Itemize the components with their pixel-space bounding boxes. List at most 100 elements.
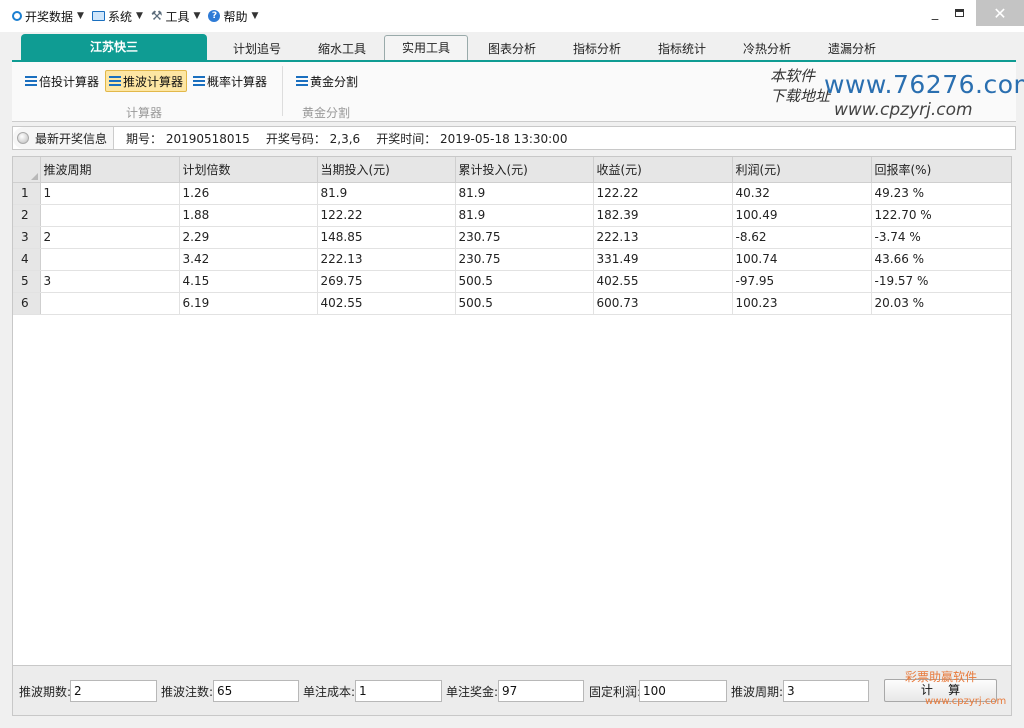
fixed-profit-input[interactable] (639, 680, 727, 702)
tab-shrink-tools[interactable]: 缩水工具 (300, 38, 384, 60)
table-row[interactable]: 4 3.42 222.13 230.75 331.49 100.74 43.66… (13, 248, 1011, 271)
table-cell: -19.57 % (871, 270, 1011, 293)
tab-lottery-jiangsu-k3[interactable]: 江苏快三 (21, 34, 207, 60)
latest-draw-info-bar: 最新开奖信息 期号： 20190518015 开奖号码： 2,3,6 开奖时间：… (12, 126, 1016, 150)
table-row[interactable]: 5 3 4.15 269.75 500.5 402.55 -97.95 -19.… (13, 270, 1011, 293)
table-cell: 500.5 (455, 270, 594, 293)
table-cell: 269.75 (317, 270, 456, 293)
table-corner-cell[interactable] (13, 157, 41, 183)
tab-chart-analysis[interactable]: 图表分析 (470, 38, 554, 60)
table-cell: 100.23 (732, 292, 872, 315)
watermark-url-bottom: www.cpzyrj.com (834, 100, 973, 120)
table-cell: 230.75 (455, 226, 594, 249)
tab-missing-analysis[interactable]: 遗漏分析 (810, 38, 894, 60)
tab-bar: 江苏快三 计划追号 缩水工具 实用工具 图表分析 指标分析 指标统计 冷热分析 … (12, 34, 1016, 60)
column-header[interactable]: 利润(元) (732, 157, 872, 183)
calculator-group-label: 计算器 (126, 106, 163, 120)
menu-bar: 开奖数据 ▼ 系统 ▼ ⚒ 工具 ▼ ? 帮助 ▼ (0, 0, 1024, 32)
column-header[interactable]: 当期投入(元) (317, 157, 456, 183)
menu-help[interactable]: ? 帮助 ▼ (208, 8, 258, 25)
table-cell: 1.26 (179, 182, 318, 205)
maximize-icon (954, 9, 964, 17)
table-cell: 81.9 (317, 182, 456, 205)
wave-count-label: 推波期数: (19, 685, 72, 699)
monitor-icon (91, 11, 105, 21)
table-cell: 600.73 (593, 292, 733, 315)
column-header[interactable]: 收益(元) (593, 157, 733, 183)
table-cell (40, 248, 180, 271)
issue-number: 期号： 20190518015 (126, 131, 250, 146)
watermark-url-top: www.76276.com (824, 70, 1024, 99)
column-header[interactable]: 回报率(%) (871, 157, 1011, 183)
table-cell: 2 (40, 226, 180, 249)
watermark-top-text: 彩票助赢软件 (905, 670, 978, 684)
close-button[interactable]: ✕ (976, 0, 1024, 26)
table-cell: 222.13 (317, 248, 456, 271)
list-icon (109, 76, 121, 86)
table-cell: 402.55 (593, 270, 733, 293)
wave-calculator-label: 推波计算器 (123, 74, 184, 89)
table-row[interactable]: 2 1.88 122.22 81.9 182.39 100.49 122.70 … (13, 204, 1011, 227)
tab-plan-tracking[interactable]: 计划追号 (216, 38, 298, 60)
list-icon (193, 76, 205, 86)
table-cell: -3.74 % (871, 226, 1011, 249)
wave-calculator-button[interactable]: 推波计算器 (105, 70, 188, 92)
table-cell (40, 292, 180, 315)
table-cell: -97.95 (732, 270, 872, 293)
unit-cost-input[interactable] (355, 680, 442, 702)
menu-lottery-data[interactable]: 开奖数据 ▼ (12, 8, 84, 25)
multiplier-calculator-button[interactable]: 倍投计算器 (22, 70, 102, 92)
wave-calculation-table: 推波周期 计划倍数 当期投入(元) 累计投入(元) 收益(元) 利润(元) 回报… (12, 156, 1012, 666)
caret-down-icon: ▼ (77, 11, 84, 21)
table-cell: 148.85 (317, 226, 456, 249)
menu-system[interactable]: 系统 ▼ (91, 8, 143, 25)
table-cell: 402.55 (317, 292, 456, 315)
table-row[interactable]: 6 6.19 402.55 500.5 600.73 100.23 20.03 … (13, 292, 1011, 315)
table-header-row: 推波周期 计划倍数 当期投入(元) 累计投入(元) 收益(元) 利润(元) 回报… (13, 157, 1011, 183)
menu-help-label: 帮助 (223, 9, 248, 24)
table-row[interactable]: 3 2 2.29 148.85 230.75 222.13 -8.62 -3.7… (13, 226, 1011, 249)
table-cell: 3 (40, 270, 180, 293)
tab-utility-tools[interactable]: 实用工具 (384, 35, 468, 60)
caret-down-icon: ▼ (251, 11, 259, 21)
menu-tools-label: 工具 (165, 9, 190, 24)
tab-indicator-analysis[interactable]: 指标分析 (555, 38, 639, 60)
column-header[interactable]: 计划倍数 (179, 157, 318, 183)
golden-ratio-label: 黄金分割 (310, 74, 359, 89)
table-cell: 122.22 (593, 182, 733, 205)
list-icon (296, 76, 308, 86)
table-row[interactable]: 1 1 1.26 81.9 81.9 122.22 40.32 49.23 % (13, 182, 1011, 205)
multiplier-calculator-label: 倍投计算器 (39, 74, 100, 89)
watermark-bottom-text: www.cpzyrj.com (925, 696, 1007, 707)
table-cell (40, 204, 180, 227)
column-header[interactable]: 推波周期 (40, 157, 180, 183)
ribbon: 倍投计算器 推波计算器 概率计算器 计算器 黄金分割 黄金分割 本软件 下载地址… (12, 62, 1024, 122)
menu-tools[interactable]: ⚒ 工具 ▼ (151, 8, 201, 25)
wave-period-input[interactable] (783, 680, 869, 702)
tab-hot-cold-analysis[interactable]: 冷热分析 (725, 38, 809, 60)
wave-count-input[interactable] (70, 680, 157, 702)
table-cell: 500.5 (455, 292, 594, 315)
table-cell: 81.9 (455, 204, 594, 227)
tab-indicator-stats[interactable]: 指标统计 (640, 38, 724, 60)
table-cell: 40.32 (732, 182, 872, 205)
table-cell: 3.42 (179, 248, 318, 271)
caret-down-icon: ▼ (135, 11, 143, 21)
wave-period-label: 推波周期: (731, 685, 784, 699)
latest-draw-info-button[interactable]: 最新开奖信息 (13, 127, 115, 149)
table-cell: -8.62 (732, 226, 872, 249)
column-header[interactable]: 累计投入(元) (455, 157, 594, 183)
table-cell: 2.29 (179, 226, 318, 249)
unit-cost-label: 单注成本: (303, 685, 356, 699)
probability-calculator-button[interactable]: 概率计算器 (190, 70, 270, 92)
draw-numbers: 开奖号码： 2,3,6 (265, 131, 361, 146)
golden-ratio-button[interactable]: 黄金分割 (293, 70, 361, 92)
bets-input[interactable] (213, 680, 299, 702)
table-cell: 1 (40, 182, 180, 205)
unit-prize-input[interactable] (498, 680, 584, 702)
table-cell: 6.19 (179, 292, 318, 315)
watermark-script-text: 本软件 下载地址 (770, 67, 831, 105)
menu-system-label: 系统 (107, 9, 132, 24)
help-icon: ? (208, 10, 221, 22)
maximize-button[interactable] (942, 0, 976, 26)
